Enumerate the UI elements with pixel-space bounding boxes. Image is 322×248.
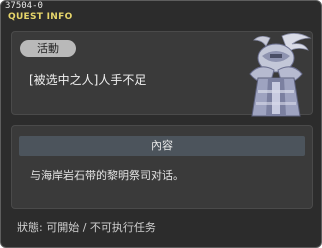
quest-info-window: 37504-0 QUEST INFO 活動 [被选中之人]人手不足 內容 与海岸… [0,0,322,248]
status-label: 狀態: [17,221,43,234]
quest-category-badge: 活動 [20,40,76,57]
window-title: QUEST INFO [8,12,73,22]
status-value: 可開始 / 不可执行任务 [46,221,156,234]
content-section-header: 內容 [19,136,305,156]
quest-description: 与海岸岩石带的黎明祭司对话。 [30,169,184,182]
quest-content-panel: 內容 与海岸岩石带的黎明祭司对话。 [11,125,313,209]
window-id-label: 37504-0 [5,1,43,11]
armored-npc-portrait-icon [249,33,312,117]
quest-name: [被选中之人]人手不足 [29,73,147,87]
quest-status: 狀態: 可開始 / 不可执行任务 [17,221,156,235]
quest-summary-panel: 活動 [被选中之人]人手不足 [11,31,313,117]
